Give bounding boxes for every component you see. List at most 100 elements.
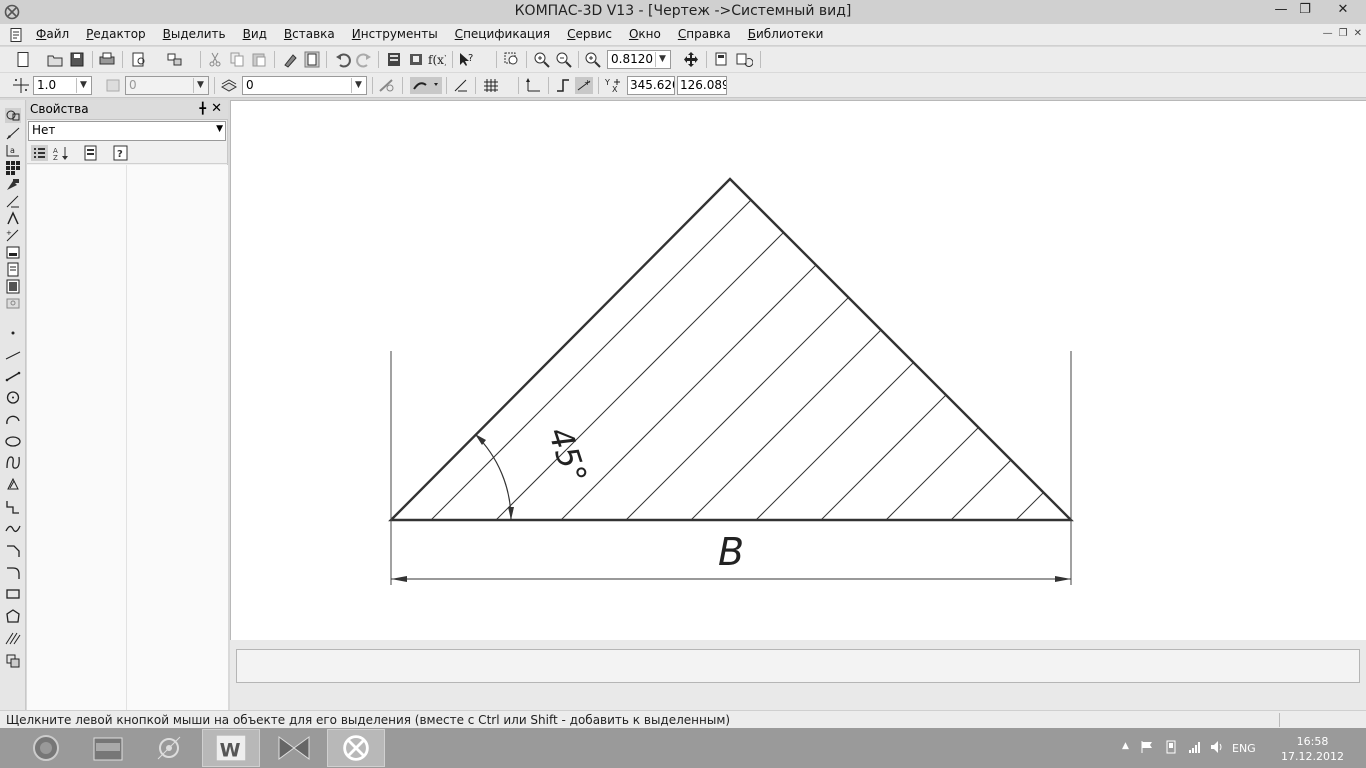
help-icon[interactable]: ? bbox=[112, 145, 129, 161]
rectangle-tool-icon[interactable] bbox=[5, 587, 21, 602]
menu-insert[interactable]: Вставка bbox=[284, 27, 335, 41]
drawing-canvas[interactable]: B 45° bbox=[230, 100, 1366, 640]
zoom-out-icon[interactable] bbox=[555, 51, 573, 68]
media-icon[interactable] bbox=[140, 729, 198, 767]
hatching-tool-icon[interactable] bbox=[5, 631, 21, 646]
reports-tab-icon[interactable] bbox=[5, 262, 21, 277]
associative-views-icon[interactable]: + bbox=[5, 228, 21, 243]
doc-restore-button[interactable]: ❐ bbox=[1339, 28, 1348, 39]
copy-icon[interactable] bbox=[228, 51, 246, 68]
language-indicator[interactable]: ENG bbox=[1232, 742, 1256, 755]
chamfer-tool-icon[interactable] bbox=[5, 543, 21, 558]
y-coordinate-field[interactable]: 126.089 bbox=[677, 76, 727, 95]
insert-tab-icon[interactable] bbox=[5, 279, 21, 294]
document-icon[interactable] bbox=[8, 27, 24, 43]
device-icon[interactable] bbox=[1164, 740, 1178, 754]
sort-alpha-icon[interactable]: AZ bbox=[53, 145, 70, 161]
cut-icon[interactable] bbox=[206, 51, 224, 68]
menu-service[interactable]: Сервис bbox=[567, 27, 612, 41]
hatch-tool-icon[interactable] bbox=[5, 477, 21, 492]
variables-icon[interactable] bbox=[407, 51, 425, 68]
polygon-tool-icon[interactable] bbox=[5, 609, 21, 624]
menu-file[interactable]: Файл bbox=[36, 27, 69, 41]
open-icon[interactable] bbox=[46, 51, 64, 68]
menu-help[interactable]: Справка bbox=[678, 27, 731, 41]
paste-icon[interactable] bbox=[250, 51, 268, 68]
point-tool-icon[interactable] bbox=[5, 326, 21, 341]
circle-tool-icon[interactable] bbox=[5, 390, 21, 405]
kompas-icon[interactable] bbox=[327, 729, 385, 767]
ortho-icon[interactable] bbox=[554, 77, 572, 94]
edit-tab-icon[interactable] bbox=[5, 160, 21, 175]
nurbs-tool-icon[interactable] bbox=[5, 521, 21, 536]
pan-icon[interactable] bbox=[682, 51, 700, 68]
spline-tool-icon[interactable] bbox=[5, 455, 21, 470]
fx-icon[interactable]: f(x) bbox=[428, 51, 446, 68]
grid-step-icon[interactable] bbox=[12, 77, 30, 94]
angle-combo[interactable]: 0 ▼ bbox=[125, 76, 209, 95]
spec-tab-icon[interactable] bbox=[5, 245, 21, 260]
grid-icon[interactable] bbox=[482, 77, 500, 94]
contour-tool-icon[interactable] bbox=[5, 653, 21, 668]
zoom-window-icon[interactable] bbox=[503, 51, 521, 68]
zoom-combo[interactable]: 0.8120 ▼ bbox=[607, 50, 671, 69]
category-view-icon[interactable] bbox=[31, 145, 48, 161]
select-tab-icon[interactable] bbox=[5, 211, 21, 226]
clock[interactable]: 16:58 17.12.2012 bbox=[1281, 734, 1344, 764]
object-selector[interactable]: Нет ▼ bbox=[28, 121, 226, 141]
zoom-in-icon[interactable] bbox=[533, 51, 551, 68]
menu-view[interactable]: Вид bbox=[243, 27, 267, 41]
geometry-tab-icon[interactable] bbox=[5, 108, 21, 123]
dimensions-tab-icon[interactable] bbox=[5, 126, 21, 141]
designations-tab-icon[interactable]: a bbox=[5, 143, 21, 158]
save-icon[interactable] bbox=[68, 51, 86, 68]
ellipse-tool-icon[interactable] bbox=[5, 434, 21, 449]
pin-icon[interactable]: ╋ bbox=[199, 102, 206, 115]
doc-minimize-button[interactable]: — bbox=[1323, 28, 1333, 39]
polyline-tool-icon[interactable] bbox=[5, 499, 21, 514]
zoom-scale-icon[interactable] bbox=[584, 51, 602, 68]
angle-step-icon[interactable] bbox=[104, 77, 122, 94]
round-coords-icon[interactable]: + bbox=[575, 77, 593, 94]
style-icon[interactable] bbox=[378, 77, 396, 94]
explorer-icon[interactable] bbox=[79, 729, 137, 767]
auxiliary-line-tool-icon[interactable] bbox=[5, 348, 21, 363]
word-icon[interactable]: W bbox=[202, 729, 260, 767]
local-cs-icon[interactable] bbox=[452, 77, 470, 94]
redo-icon[interactable] bbox=[355, 51, 373, 68]
menu-select[interactable]: Выделить bbox=[163, 27, 226, 41]
segment-tool-icon[interactable] bbox=[5, 369, 21, 384]
close-button[interactable]: ✕ bbox=[1320, 0, 1366, 22]
coordinate-system-icon[interactable] bbox=[524, 77, 542, 94]
macro-tab-icon[interactable] bbox=[5, 296, 21, 311]
parametrization-tab-icon[interactable] bbox=[5, 177, 21, 192]
snap-magnet-icon[interactable] bbox=[410, 77, 442, 94]
player-icon[interactable] bbox=[265, 729, 323, 767]
format-brush-icon[interactable] bbox=[282, 51, 300, 68]
new-file-icon[interactable] bbox=[14, 51, 32, 68]
step-combo[interactable]: 1.0 ▼ bbox=[33, 76, 92, 95]
layer-icon[interactable] bbox=[220, 77, 238, 94]
undo-icon[interactable] bbox=[334, 51, 352, 68]
restore-button[interactable]: ❐ bbox=[1290, 0, 1320, 22]
volume-icon[interactable] bbox=[1210, 740, 1224, 754]
help-pointer-icon[interactable]: ? bbox=[458, 51, 476, 68]
menu-tools[interactable]: Инструменты bbox=[352, 27, 438, 41]
chevron-down-icon[interactable]: ▼ bbox=[76, 78, 90, 93]
menu-libraries[interactable]: Библиотеки bbox=[748, 27, 824, 41]
menu-editor[interactable]: Редактор bbox=[86, 27, 145, 41]
measure-tab-icon[interactable] bbox=[5, 194, 21, 209]
flag-icon[interactable] bbox=[1140, 740, 1154, 754]
preview-icon[interactable] bbox=[130, 51, 148, 68]
properties-icon[interactable] bbox=[303, 51, 321, 68]
menu-specification[interactable]: Спецификация bbox=[455, 27, 550, 41]
start-orb-icon[interactable] bbox=[16, 729, 74, 767]
close-icon[interactable]: ✕ bbox=[211, 101, 222, 116]
manager-icon[interactable] bbox=[166, 51, 184, 68]
chevron-down-icon[interactable]: ▼ bbox=[193, 78, 207, 93]
fillet-tool-icon[interactable] bbox=[5, 565, 21, 580]
chevron-down-icon[interactable]: ▼ bbox=[351, 78, 365, 93]
chevron-down-icon[interactable]: ▼ bbox=[216, 124, 223, 134]
refresh-icon[interactable] bbox=[713, 51, 731, 68]
print-icon[interactable] bbox=[98, 51, 116, 68]
